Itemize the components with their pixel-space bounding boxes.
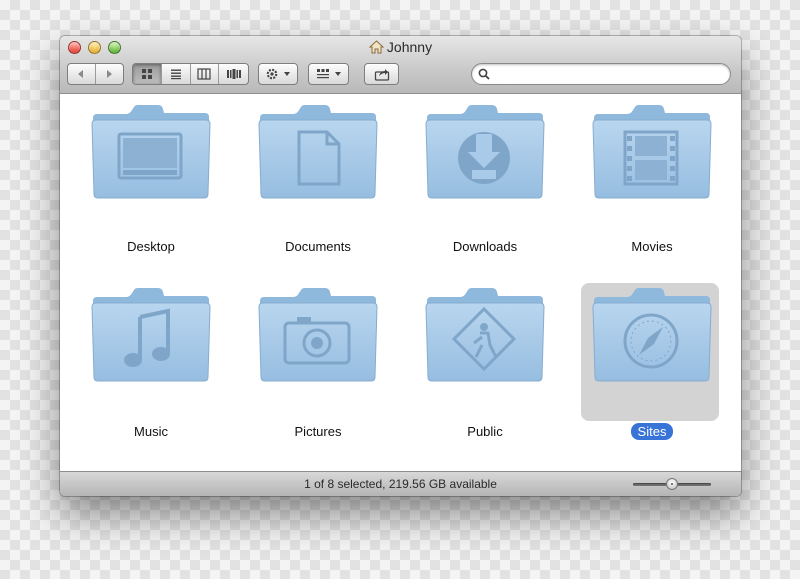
folder-label: Sites: [577, 423, 727, 440]
search-field[interactable]: [471, 63, 731, 85]
gear-icon: [266, 68, 278, 80]
forward-arrow-icon: [107, 70, 113, 78]
column-view-button[interactable]: [191, 64, 220, 84]
arrange-menu-button[interactable]: [308, 63, 349, 85]
home-icon: [368, 40, 385, 54]
cover-flow-view-button[interactable]: [219, 64, 248, 84]
title-toolbar: Johnny: [60, 36, 741, 94]
columns-icon: [197, 68, 211, 80]
search-input[interactable]: [494, 67, 730, 81]
folder-label: Movies: [577, 239, 727, 254]
folder-label-text: Downloads: [452, 239, 518, 254]
folder-icon: [424, 104, 546, 205]
folder-label-text: Movies: [631, 239, 673, 254]
chevron-down-icon: [284, 72, 290, 76]
folder-icon: [591, 104, 713, 205]
status-bar: 1 of 8 selected, 219.56 GB available: [60, 471, 741, 496]
icon-view-button[interactable]: [133, 64, 162, 84]
status-text: 1 of 8 selected, 219.56 GB available: [304, 477, 497, 491]
share-button[interactable]: [364, 63, 399, 85]
folder-label: Documents: [243, 239, 393, 254]
list-icon: [170, 69, 181, 80]
folder-label-text: Pictures: [294, 424, 342, 439]
folder-label-text: Desktop: [127, 239, 175, 254]
window-title-area: Johnny: [60, 39, 741, 55]
share-icon: [374, 69, 389, 81]
finder-window: Johnny Desktop Documents Downloads Movie…: [60, 36, 741, 496]
folder-label-text: Music: [134, 424, 168, 439]
folder-label: Downloads: [410, 239, 560, 254]
folder-icon: [90, 104, 212, 205]
grid-icon: [141, 69, 152, 79]
search-icon: [478, 68, 490, 80]
folder-label: Pictures: [243, 424, 393, 439]
back-button[interactable]: [68, 64, 96, 84]
list-view-button[interactable]: [162, 64, 191, 84]
back-arrow-icon: [78, 70, 84, 78]
nav-buttons: [67, 63, 124, 85]
folder-label: Public: [410, 424, 560, 439]
folder-label-text: Documents: [285, 239, 351, 254]
arrange-icon: [316, 69, 329, 79]
coverflow-icon: [226, 69, 241, 79]
download-icon: [458, 132, 510, 184]
desktop-icon: [117, 132, 183, 180]
folder-icon: [257, 287, 379, 388]
view-mode-control: [132, 63, 249, 85]
folder-label: Desktop: [76, 239, 226, 254]
icon-view-area: Desktop Documents Downloads Movies Music Pict…: [60, 94, 741, 471]
action-menu-button[interactable]: [258, 63, 298, 85]
folder-icon: [591, 287, 713, 388]
forward-button[interactable]: [96, 64, 123, 84]
chevron-down-icon: [334, 72, 341, 76]
window-title: Johnny: [386, 39, 433, 55]
folder-icon: [90, 287, 212, 388]
icon-size-slider-thumb[interactable]: [666, 478, 678, 490]
folder-label-text: Public: [467, 424, 503, 439]
folder-icon: [257, 104, 379, 205]
folder-label-text: Sites: [630, 423, 674, 440]
folder-icon: [424, 287, 546, 388]
folder-label: Music: [76, 424, 226, 439]
